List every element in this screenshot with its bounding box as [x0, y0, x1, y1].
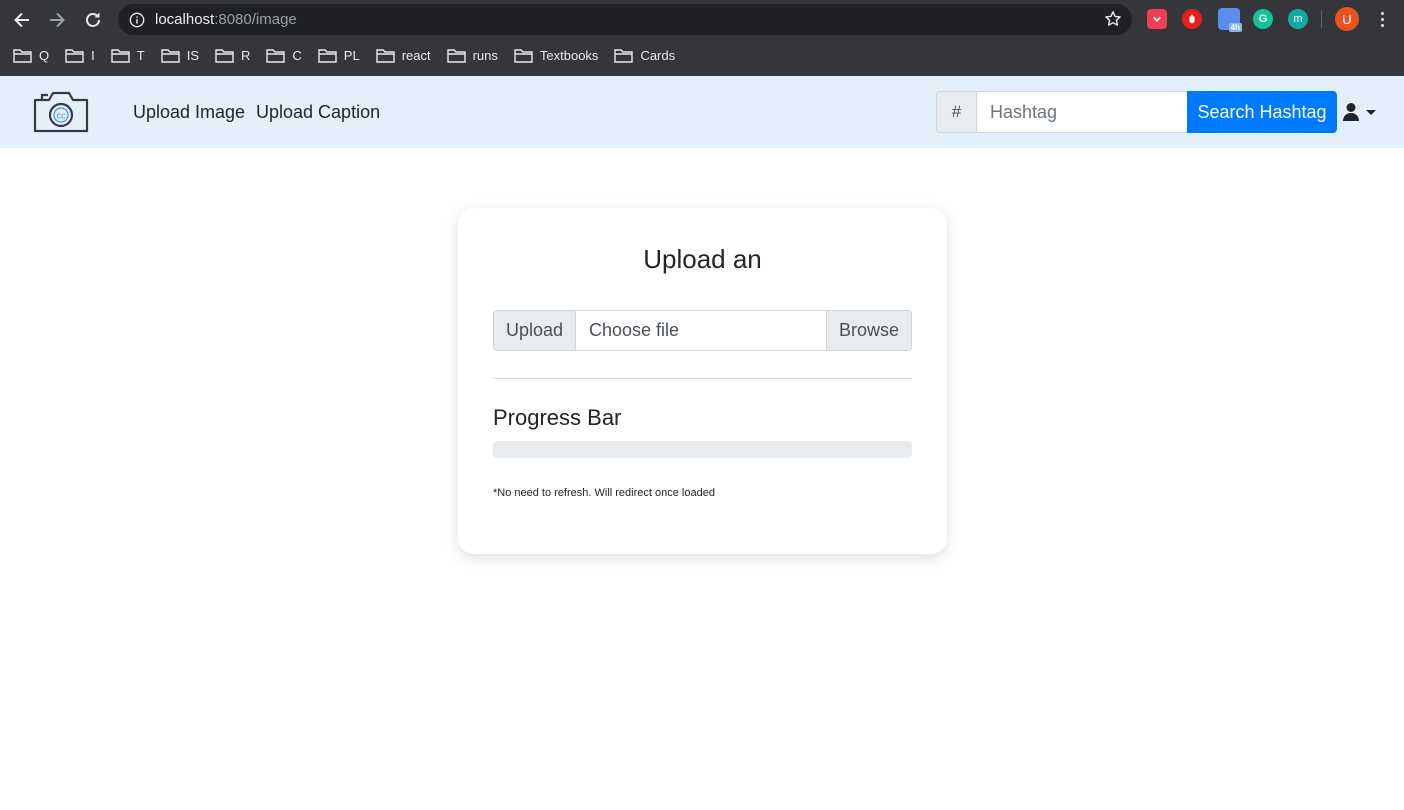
browser-toolbar: localhost:8080/image 4h G m U — [0, 0, 1404, 38]
folder-icon — [375, 48, 395, 63]
mercury-extension-icon[interactable]: m — [1288, 9, 1308, 29]
profile-avatar[interactable]: U — [1335, 7, 1359, 31]
card-title: Upload an — [643, 244, 762, 274]
bookmark-folder[interactable]: IS — [161, 42, 199, 68]
info-icon[interactable] — [128, 11, 146, 29]
progress-bar — [493, 441, 912, 458]
hashtag-input[interactable] — [976, 91, 1188, 133]
folder-icon — [514, 48, 533, 63]
toolbar-divider — [1321, 10, 1322, 28]
bookmark-folder[interactable]: C — [266, 42, 302, 68]
svg-text:cc: cc — [57, 111, 67, 121]
file-upload-group: Upload Choose file Browse — [493, 310, 912, 351]
bookmark-folder[interactable]: R — [215, 42, 250, 68]
bookmark-folder[interactable]: react — [375, 42, 431, 68]
progress-heading: Progress Bar — [493, 405, 622, 430]
browser-chrome: localhost:8080/image 4h G m U Q I T IS R… — [0, 0, 1404, 76]
grammarly-extension-icon[interactable]: G — [1253, 9, 1273, 29]
bookmark-folder[interactable]: T — [111, 42, 145, 68]
folder-icon — [446, 48, 466, 63]
nav-upload-caption[interactable]: Upload Caption — [256, 102, 380, 123]
folder-icon — [318, 48, 337, 63]
folder-icon — [111, 48, 130, 63]
bookmark-star-icon[interactable] — [1104, 10, 1122, 28]
nav-upload-image[interactable]: Upload Image — [133, 102, 245, 123]
browser-menu-icon[interactable] — [1372, 8, 1392, 30]
browse-button[interactable]: Browse — [826, 311, 911, 350]
upload-label: Upload — [494, 311, 576, 350]
choose-file-input[interactable]: Choose file — [576, 311, 826, 350]
upload-card: Upload an Upload Choose file Browse Prog… — [458, 208, 947, 554]
folder-icon — [13, 48, 32, 63]
bookmark-folder[interactable]: Textbooks — [514, 42, 598, 68]
user-icon — [1343, 103, 1359, 121]
chevron-down-icon — [1366, 109, 1376, 115]
bookmark-folder[interactable]: Cards — [614, 42, 675, 68]
folder-icon — [266, 48, 286, 63]
back-icon[interactable] — [10, 8, 34, 32]
window-extension-icon[interactable]: 4h — [1218, 8, 1242, 32]
bookmark-folder[interactable]: I — [65, 42, 95, 68]
hashtag-prefix: # — [936, 91, 976, 133]
redirect-note: *No need to refresh. Will redirect once … — [493, 487, 715, 499]
folder-icon — [215, 48, 234, 63]
url-text: localhost:8080/image — [155, 11, 297, 28]
divider — [493, 378, 912, 379]
bookmark-folder[interactable]: runs — [446, 42, 498, 68]
pocket-extension-icon[interactable] — [1147, 9, 1167, 29]
user-menu-toggle[interactable] — [1342, 100, 1382, 124]
address-bar[interactable]: localhost:8080/image — [118, 4, 1132, 35]
app-navbar: cc Upload Image Upload Caption # Search … — [0, 76, 1404, 148]
camera-logo-icon[interactable]: cc — [32, 88, 90, 136]
adblock-extension-icon[interactable] — [1182, 9, 1202, 29]
bookmark-folder[interactable]: PL — [318, 42, 360, 68]
folder-icon — [161, 48, 180, 63]
reload-icon[interactable] — [81, 8, 105, 32]
bookmark-folder[interactable]: Q — [13, 42, 49, 68]
bookmarks-bar: Q I T IS R C PL react runs Textbooks Car… — [0, 40, 1404, 70]
folder-icon — [614, 48, 634, 63]
hashtag-search-group: # — [936, 91, 1188, 133]
forward-icon[interactable] — [45, 8, 69, 32]
folder-icon — [65, 48, 84, 63]
search-hashtag-button[interactable]: Search Hashtag — [1187, 91, 1337, 133]
